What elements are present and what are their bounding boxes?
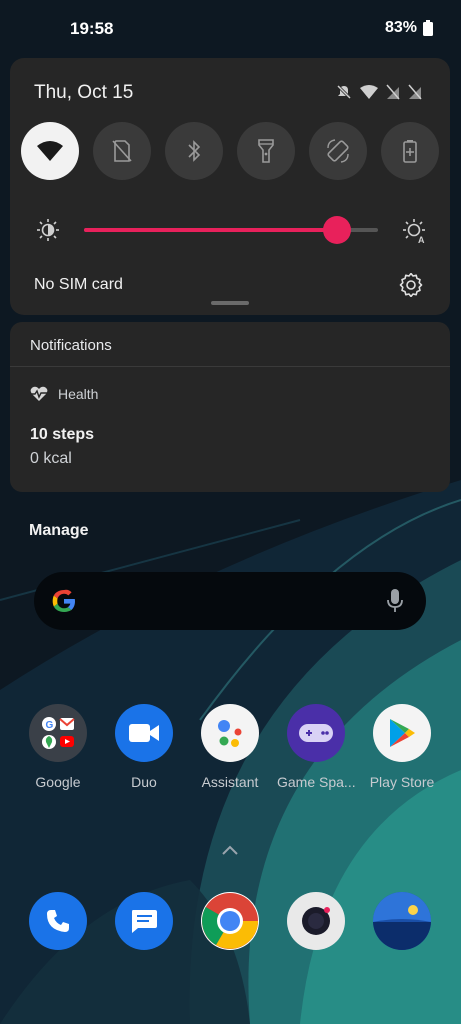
- qs-date[interactable]: Thu, Oct 15: [34, 82, 133, 104]
- notifications-panel: Notifications Health 10 steps 0 kcal: [10, 322, 450, 492]
- assistant-icon: [201, 704, 259, 762]
- app-assistant[interactable]: Assistant: [191, 704, 269, 790]
- status-bar: 19:58 83%: [0, 0, 461, 58]
- app-drawer-chevron-icon[interactable]: [220, 843, 240, 857]
- app-google[interactable]: G Google: [19, 704, 97, 790]
- battery-icon: [423, 20, 433, 36]
- sim-status: No SIM card: [34, 276, 123, 293]
- duo-icon: [115, 704, 173, 762]
- camera-icon[interactable]: [287, 892, 345, 950]
- chrome-icon[interactable]: [201, 892, 259, 950]
- wifi-status-icon: [360, 85, 378, 99]
- tile-battery-saver[interactable]: [381, 122, 439, 180]
- google-folder-icon: G: [29, 704, 87, 762]
- gallery-icon[interactable]: [373, 892, 431, 950]
- app-play-store[interactable]: Play Store: [363, 704, 441, 790]
- app-label: Assistant: [201, 774, 259, 790]
- flashlight-icon: [258, 139, 274, 163]
- bluetooth-icon: [188, 140, 201, 162]
- no-sim-status-icon: [386, 84, 400, 100]
- status-battery: 83%: [385, 19, 433, 37]
- qs-status-icons: [336, 84, 422, 100]
- no-sim-icon: [112, 140, 132, 162]
- settings-gear-icon[interactable]: [399, 273, 423, 297]
- brightness-slider-fill: [84, 228, 337, 232]
- rotate-icon: [327, 139, 349, 163]
- heart-pulse-icon: [30, 386, 48, 401]
- divider: [10, 366, 450, 367]
- game-space-icon: [287, 704, 345, 762]
- notification-text: 0 kcal: [30, 450, 72, 467]
- notification-title: 10 steps: [30, 426, 95, 443]
- brightness-slider[interactable]: [84, 216, 378, 244]
- battery-saver-icon: [403, 140, 417, 163]
- svg-text:G: G: [46, 720, 54, 731]
- play-store-icon: [373, 704, 431, 762]
- notifications-header: Notifications: [30, 337, 112, 354]
- app-label: Play Store: [369, 774, 435, 790]
- notification-app-name: Health: [58, 386, 99, 402]
- app-label: Google: [35, 774, 81, 790]
- app-game-space[interactable]: Game Spa...: [277, 704, 355, 790]
- quick-settings-panel: Thu, Oct 15 A No SIM card: [10, 58, 450, 315]
- brightness-slider-thumb[interactable]: [322, 216, 351, 244]
- panel-drag-handle[interactable]: [211, 301, 249, 305]
- battery-percent: 83%: [384, 19, 417, 36]
- messages-icon[interactable]: [115, 892, 173, 950]
- status-time: 19:58: [70, 19, 114, 38]
- tile-bluetooth[interactable]: [165, 122, 223, 180]
- manage-notifications-button[interactable]: Manage: [29, 522, 89, 540]
- tile-auto-rotate[interactable]: [309, 122, 367, 180]
- phone-icon[interactable]: [29, 892, 87, 950]
- tile-mobile-data[interactable]: [93, 122, 151, 180]
- app-label: Duo: [131, 774, 157, 790]
- do-not-disturb-icon: [336, 84, 352, 100]
- no-sim-status-icon-2: [408, 84, 422, 100]
- app-duo[interactable]: Duo: [105, 704, 183, 790]
- tile-wifi[interactable]: [21, 122, 79, 180]
- app-label: Game Spa...: [277, 774, 355, 790]
- brightness-low-icon: [37, 219, 59, 241]
- wifi-icon: [37, 141, 63, 161]
- notification-app-row: Health: [30, 386, 98, 402]
- microphone-icon[interactable]: [386, 588, 404, 614]
- google-g-icon: [52, 589, 75, 612]
- tile-flashlight[interactable]: [237, 122, 295, 180]
- svg-text:A: A: [418, 235, 425, 244]
- auto-brightness-icon[interactable]: A: [402, 218, 428, 244]
- google-search-bar[interactable]: [34, 572, 426, 630]
